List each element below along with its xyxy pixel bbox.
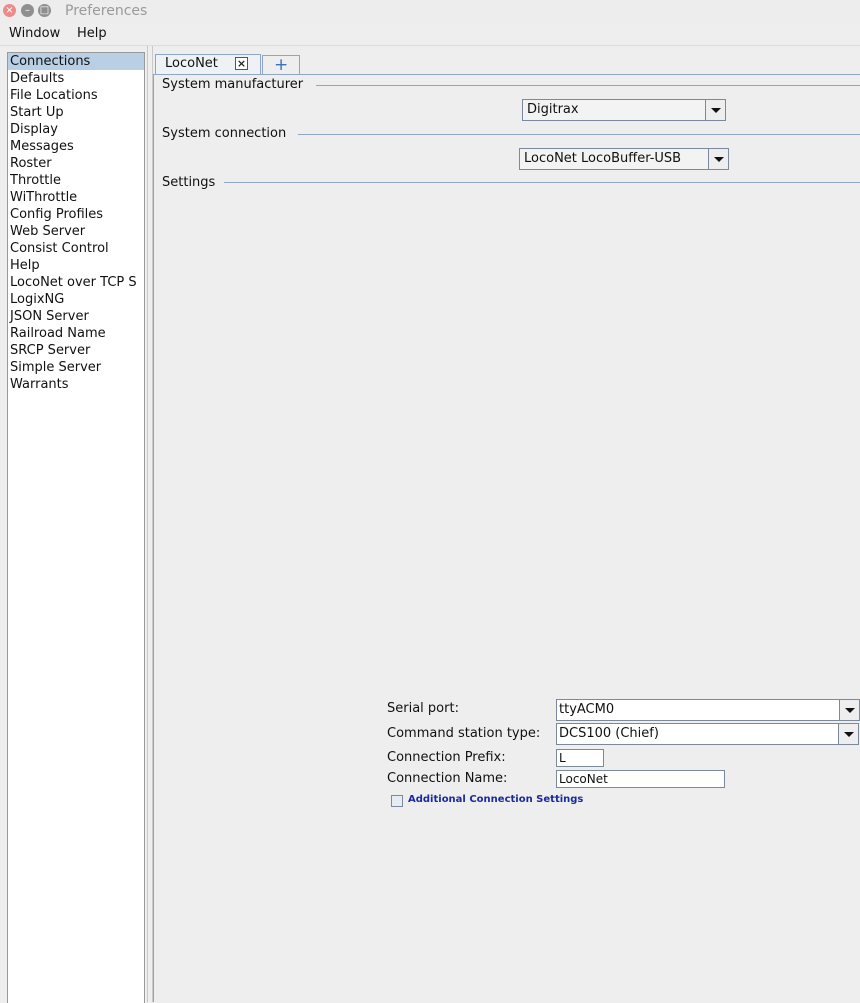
preferences-sidebar: Connections Defaults File Locations Start U… xyxy=(7,52,145,1003)
sidebar-item-railroad-name[interactable]: Railroad Name xyxy=(8,325,144,342)
tab-strip-border xyxy=(153,74,860,75)
sidebar-item-logixng[interactable]: LogixNG xyxy=(8,291,144,308)
additional-settings-checkbox[interactable] xyxy=(391,795,403,807)
serial-port-value: ttyACM0 xyxy=(559,702,615,717)
sidebar-item-json-server[interactable]: JSON Server xyxy=(8,308,144,325)
manufacturer-section-title: System manufacturer xyxy=(162,77,304,92)
manufacturer-section-rule xyxy=(316,85,860,86)
sidebar-item-withrottle[interactable]: WiThrottle xyxy=(8,189,144,206)
window-title: Preferences xyxy=(65,3,148,19)
command-station-select[interactable]: DCS100 (Chief) xyxy=(556,723,859,745)
title-bar: × – □ Preferences xyxy=(0,0,860,25)
tab-close-icon[interactable]: × xyxy=(235,57,248,70)
sidebar-item-start-up[interactable]: Start Up xyxy=(8,104,144,121)
chevron-down-icon xyxy=(705,100,725,120)
sidebar-item-srcp-server[interactable]: SRCP Server xyxy=(8,342,144,359)
serial-port-label: Serial port: xyxy=(387,701,459,716)
sidebar-item-connections[interactable]: Connections xyxy=(8,53,144,70)
connection-section-title: System connection xyxy=(162,126,287,141)
connection-section-rule xyxy=(298,134,860,135)
sidebar-item-config-profiles[interactable]: Config Profiles xyxy=(8,206,144,223)
sidebar-item-simple-server[interactable]: Simple Server xyxy=(8,359,144,376)
panel-border xyxy=(153,74,154,1002)
command-station-value: DCS100 (Chief) xyxy=(559,726,659,741)
additional-settings-label[interactable]: Additional Connection Settings xyxy=(408,794,583,805)
sidebar-item-display[interactable]: Display xyxy=(8,121,144,138)
menu-bar: Window Help xyxy=(0,24,860,46)
sidebar-item-roster[interactable]: Roster xyxy=(8,155,144,172)
close-icon[interactable]: × xyxy=(3,4,16,17)
menu-window[interactable]: Window xyxy=(9,26,60,41)
sidebar-item-throttle[interactable]: Throttle xyxy=(8,172,144,189)
plus-icon: + xyxy=(274,55,289,75)
sidebar-item-consist-control[interactable]: Consist Control xyxy=(8,240,144,257)
connection-prefix-field[interactable] xyxy=(556,749,604,767)
sidebar-item-web-server[interactable]: Web Server xyxy=(8,223,144,240)
chevron-down-icon xyxy=(838,724,858,744)
sidebar-item-file-locations[interactable]: File Locations xyxy=(8,87,144,104)
tab-loconet[interactable]: LocoNet × xyxy=(155,54,261,74)
connection-prefix-label: Connection Prefix: xyxy=(387,750,506,765)
connection-name-field[interactable] xyxy=(556,770,725,788)
serial-port-select[interactable]: ttyACM0 xyxy=(556,699,860,721)
settings-section-rule xyxy=(224,182,860,183)
connection-name-label: Connection Name: xyxy=(387,771,508,786)
command-station-label: Command station type: xyxy=(387,726,541,741)
chevron-down-icon xyxy=(839,700,859,720)
sidebar-item-loconet-over-tcp-s[interactable]: LocoNet over TCP S xyxy=(8,274,144,291)
minimize-icon[interactable]: – xyxy=(21,4,34,17)
chevron-down-icon xyxy=(708,149,728,169)
maximize-icon[interactable]: □ xyxy=(38,4,51,17)
manufacturer-select-value: Digitrax xyxy=(527,102,579,117)
connection-select-value: LocoNet LocoBuffer-USB xyxy=(524,151,682,166)
settings-section-title: Settings xyxy=(162,175,216,190)
menu-help[interactable]: Help xyxy=(77,26,107,41)
add-connection-tab[interactable]: + xyxy=(262,55,300,75)
sidebar-item-defaults[interactable]: Defaults xyxy=(8,70,144,87)
sidebar-item-warrants[interactable]: Warrants xyxy=(8,376,144,393)
tab-loconet-label: LocoNet xyxy=(165,56,218,71)
connection-select[interactable]: LocoNet LocoBuffer-USB xyxy=(519,148,729,170)
sidebar-item-messages[interactable]: Messages xyxy=(8,138,144,155)
sidebar-item-help[interactable]: Help xyxy=(8,257,144,274)
manufacturer-select[interactable]: Digitrax xyxy=(522,99,726,121)
